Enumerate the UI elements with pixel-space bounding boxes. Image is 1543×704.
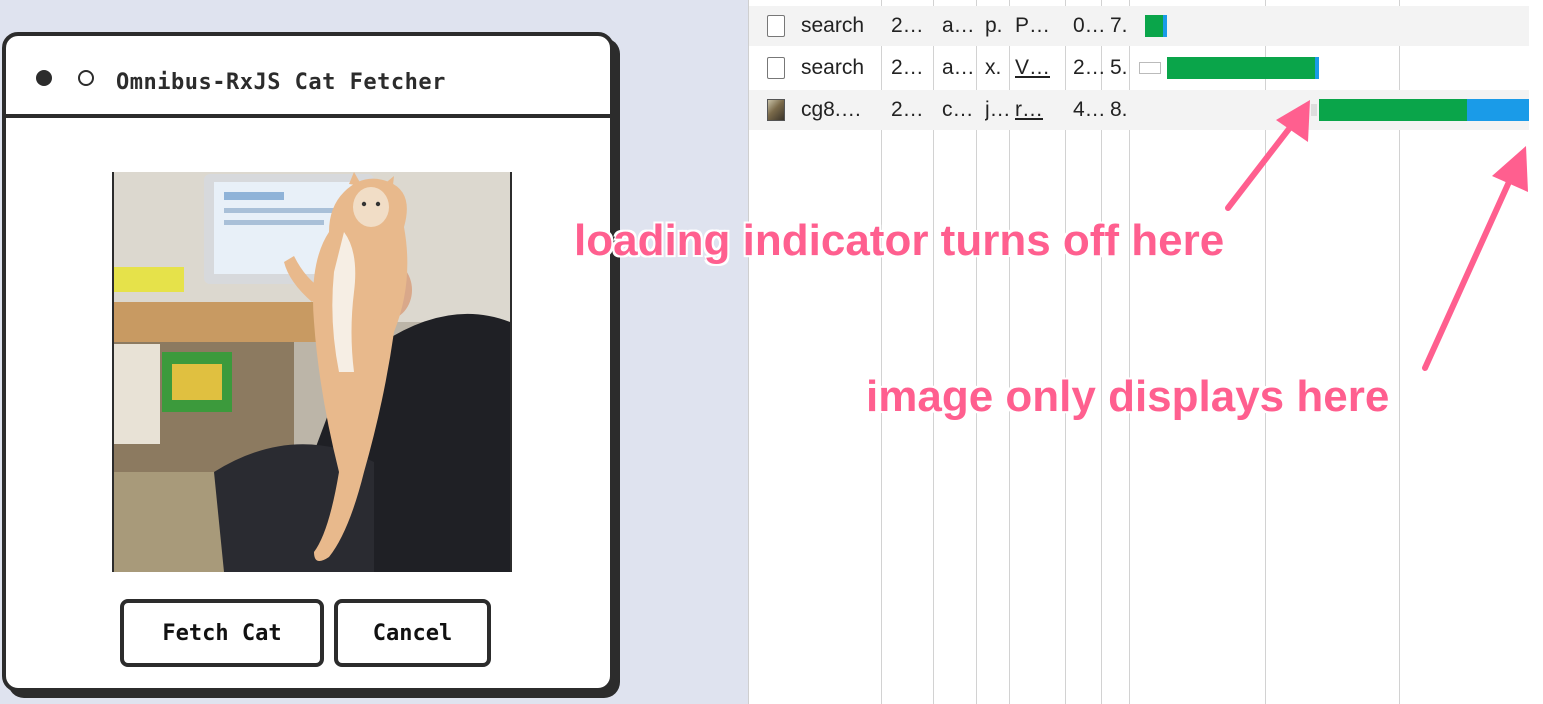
waterfall-bar [1311,104,1317,116]
request-name: cg8.… [801,98,862,121]
request-initiator: P… [1015,14,1051,37]
waterfall-bar [1163,15,1167,37]
request-initiator[interactable]: r… [1015,98,1043,122]
cancel-button[interactable]: Cancel [334,599,491,667]
request-status: 2… [891,98,924,121]
waterfall-bar [1167,57,1315,79]
request-row[interactable]: cg8.… 2… c… j… r… 4… 8. [749,90,1529,130]
fetch-cat-button[interactable]: Fetch Cat [120,599,324,667]
request-time: 7. [1110,14,1128,37]
window-titlebar: Omnibus-RxJS Cat Fetcher [6,36,610,118]
hollow-dot-icon [78,70,94,86]
waterfall-bar [1139,62,1161,74]
annotation-image: image only displays here [866,372,1390,421]
request-method: c… [942,98,974,121]
request-type: x. [985,56,1002,79]
request-method: a… [942,14,975,37]
request-name: search [801,56,865,79]
cat-fetcher-window: Omnibus-RxJS Cat Fetcher Fetch Cat Cance… [2,32,614,692]
waterfall-bar [1467,99,1529,121]
annotation-loading: loading indicator turns off here [574,216,1225,265]
network-panel: search 2… a… p. P… 0… 7. search 2… a… x.… [748,0,1543,704]
filled-dot-icon [36,70,52,86]
request-type: j… [985,98,1011,121]
waterfall-bar [1315,57,1319,79]
request-time: 5. [1110,56,1128,79]
request-status: 2… [891,56,924,79]
request-size: 0… [1073,14,1106,37]
window-title: Omnibus-RxJS Cat Fetcher [116,70,446,95]
cat-photo [112,172,512,572]
request-size: 4… [1073,98,1106,121]
waterfall-bar [1319,99,1467,121]
request-row[interactable]: search 2… a… p. P… 0… 7. [749,6,1529,46]
document-icon [767,57,785,79]
request-name: search [801,14,865,37]
request-size: 2… [1073,56,1106,79]
request-initiator[interactable]: V… [1015,56,1050,80]
request-time: 8. [1110,98,1128,121]
request-row[interactable]: search 2… a… x. V… 2… 5. [749,48,1529,88]
request-method: a… [942,56,975,79]
document-icon [767,15,785,37]
request-type: p. [985,14,1003,37]
cat-image [114,172,510,572]
request-status: 2… [891,14,924,37]
image-thumbnail-icon [767,99,785,121]
waterfall-bar [1145,15,1163,37]
